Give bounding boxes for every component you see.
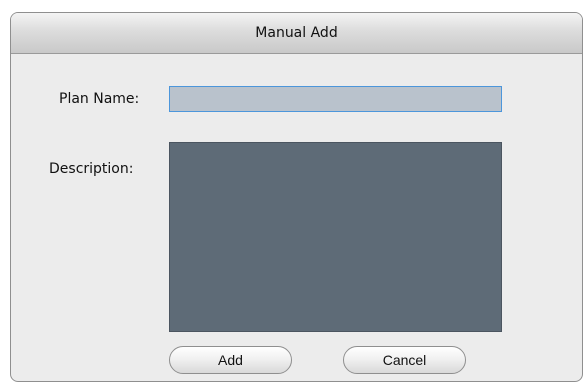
description-field[interactable] [169, 142, 502, 332]
description-label: Description: [49, 161, 134, 177]
cancel-button[interactable]: Cancel [343, 346, 466, 374]
add-button[interactable]: Add [169, 346, 292, 374]
plan-name-field[interactable] [169, 86, 502, 112]
dialog-title: Manual Add [11, 13, 582, 54]
plan-name-label: Plan Name: [59, 91, 140, 107]
manual-add-dialog: Manual Add Plan Name: Description: Add C… [10, 12, 583, 382]
